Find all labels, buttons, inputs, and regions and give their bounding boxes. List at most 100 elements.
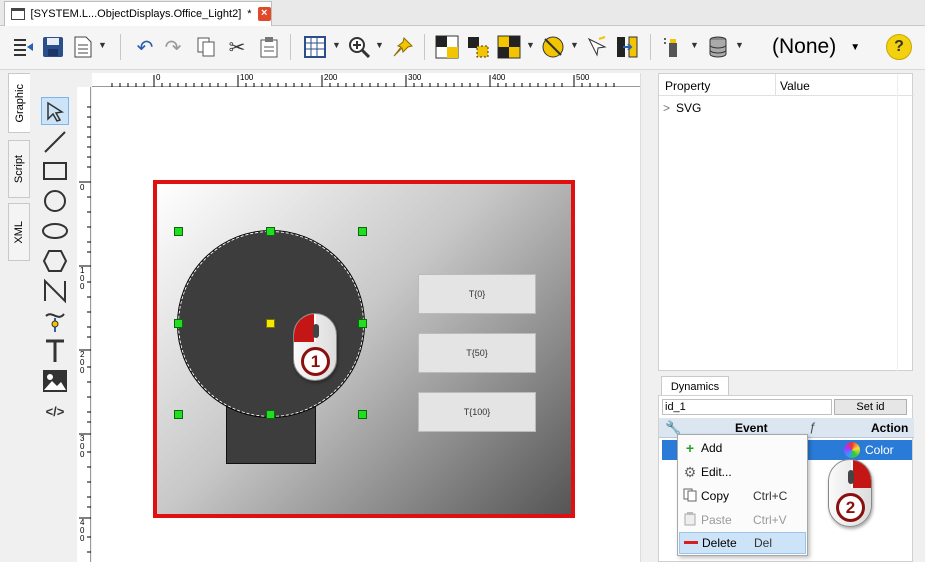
resize-handle[interactable] [358, 227, 367, 236]
resize-handle[interactable] [174, 410, 183, 419]
zoom-icon[interactable] [346, 34, 372, 60]
help-icon[interactable]: ? [886, 34, 912, 60]
cut-icon[interactable]: ✂ [224, 34, 250, 60]
canvas-scrollbar[interactable] [640, 73, 656, 562]
id-input[interactable]: id_1 [662, 399, 832, 415]
text-button-t100[interactable]: T{100} [418, 392, 536, 432]
document-icon[interactable] [70, 34, 96, 60]
chevron-down-icon[interactable]: ▼ [332, 40, 341, 50]
pointer-tool-icon[interactable] [584, 34, 610, 60]
menu-item-shortcut: Ctrl+V [753, 513, 787, 527]
properties-list-icon[interactable] [10, 34, 36, 60]
function-icon: ƒ [809, 420, 816, 434]
menu-item-delete[interactable]: Delete Del [679, 532, 806, 554]
pin-icon[interactable] [390, 34, 416, 60]
ruler-label: 300 [408, 73, 422, 82]
ruler-label: 100 [240, 73, 254, 82]
text-button-label: T{0} [468, 289, 486, 299]
line-tool-icon[interactable] [41, 128, 69, 156]
visibility-icon[interactable] [540, 34, 566, 60]
select-arrow-tool-icon[interactable] [41, 97, 69, 125]
align-icon[interactable] [465, 34, 491, 60]
property-row-svg[interactable]: > SVG [663, 101, 701, 115]
ellipse-tool-icon[interactable] [41, 217, 69, 245]
send-back-icon[interactable] [496, 34, 522, 60]
rotation-center-handle[interactable] [266, 319, 275, 328]
mouse-left-click-callout-icon: 1 [293, 313, 337, 381]
toolbar-separator [650, 34, 651, 60]
chevron-down-icon[interactable]: ▼ [98, 40, 107, 50]
tab-xml[interactable]: XML [8, 203, 30, 261]
chevron-down-icon[interactable]: ▼ [570, 40, 579, 50]
ruler-ticks [79, 106, 91, 553]
path-tool-icon[interactable] [41, 307, 69, 335]
text-button-t0[interactable]: T{0} [418, 274, 536, 314]
database-icon[interactable] [705, 34, 731, 60]
chevron-down-icon[interactable]: ▼ [735, 40, 744, 50]
copy-icon[interactable] [193, 34, 219, 60]
toolbar-separator [290, 34, 291, 60]
polyline-tool-icon[interactable] [41, 277, 69, 305]
menu-item-label: Edit... [701, 465, 732, 479]
grid-icon[interactable] [302, 34, 328, 60]
close-tab-icon[interactable]: × [257, 7, 271, 21]
vertical-ruler: 0 100 200 300 400 [77, 87, 91, 562]
code-tool-icon[interactable]: </> [41, 397, 69, 425]
ruler-label: 0 [80, 183, 85, 192]
tab-graphic-label: Graphic [13, 83, 26, 123]
bring-front-icon[interactable] [434, 34, 460, 60]
image-tool-icon[interactable] [41, 367, 69, 395]
chevron-down-icon[interactable]: ▼ [526, 40, 535, 50]
text-button-label: T{100} [463, 407, 491, 417]
ruler-label: 100 [80, 266, 85, 291]
toolbar-separator [120, 34, 121, 60]
ruler-label: 200 [324, 73, 338, 82]
menu-item-add[interactable]: + Add [679, 437, 806, 459]
layer-move-icon[interactable] [614, 34, 640, 60]
property-scrollbar[interactable] [897, 74, 913, 372]
property-table-header: Property Value [659, 74, 914, 96]
undo-icon[interactable]: ↶ [132, 34, 158, 60]
document-tab[interactable]: [SYSTEM.L...ObjectDisplays.Office_Light2… [4, 1, 272, 26]
object-selector-value: (None) [772, 35, 837, 58]
chevron-down-icon: ▼ [850, 41, 861, 53]
resize-handle[interactable] [174, 227, 183, 236]
save-icon[interactable] [40, 34, 66, 60]
toolbar-separator [424, 34, 425, 60]
menu-item-copy[interactable]: Copy Ctrl+C [679, 485, 806, 507]
rectangle-tool-icon[interactable] [41, 157, 69, 185]
ruler-label: 400 [80, 518, 85, 543]
tab-dynamics[interactable]: Dynamics [661, 376, 729, 396]
object-selector-dropdown[interactable]: (None) ▼ [772, 34, 868, 60]
color-wheel-icon [844, 442, 860, 458]
text-tool-icon[interactable] [41, 337, 69, 365]
spray-icon[interactable] [660, 34, 686, 60]
paste-icon [679, 511, 701, 529]
expand-chevron-icon[interactable]: > [663, 101, 670, 115]
tab-dynamics-label: Dynamics [670, 380, 720, 393]
text-button-t50[interactable]: T{50} [418, 333, 536, 373]
resize-handle[interactable] [358, 410, 367, 419]
hexagon-tool-icon[interactable] [41, 247, 69, 275]
resize-handle[interactable] [266, 227, 275, 236]
set-id-button[interactable]: Set id [834, 399, 907, 415]
tab-graphic[interactable]: Graphic [8, 73, 30, 133]
column-divider [775, 74, 776, 96]
modified-marker: * [247, 8, 252, 20]
paste-icon[interactable] [256, 34, 282, 60]
menu-item-label: Paste [701, 513, 732, 527]
chevron-down-icon[interactable]: ▼ [375, 40, 384, 50]
circle-tool-icon[interactable] [41, 187, 69, 215]
menu-item-shortcut: Del [754, 536, 773, 550]
col-action: Action [871, 421, 909, 435]
redo-icon[interactable]: ↷ [160, 34, 186, 60]
chevron-down-icon[interactable]: ▼ [690, 40, 699, 50]
col-event: Event [735, 421, 768, 435]
menu-item-edit[interactable]: ⚙ Edit... [679, 461, 806, 483]
document-tab-title: [SYSTEM.L...ObjectDisplays.Office_Light2… [30, 8, 242, 20]
horizontal-ruler: 0 100 200 300 400 500 [92, 73, 640, 87]
resize-handle[interactable] [358, 319, 367, 328]
resize-handle[interactable] [174, 319, 183, 328]
resize-handle[interactable] [266, 410, 275, 419]
tab-script[interactable]: Script [8, 140, 30, 198]
